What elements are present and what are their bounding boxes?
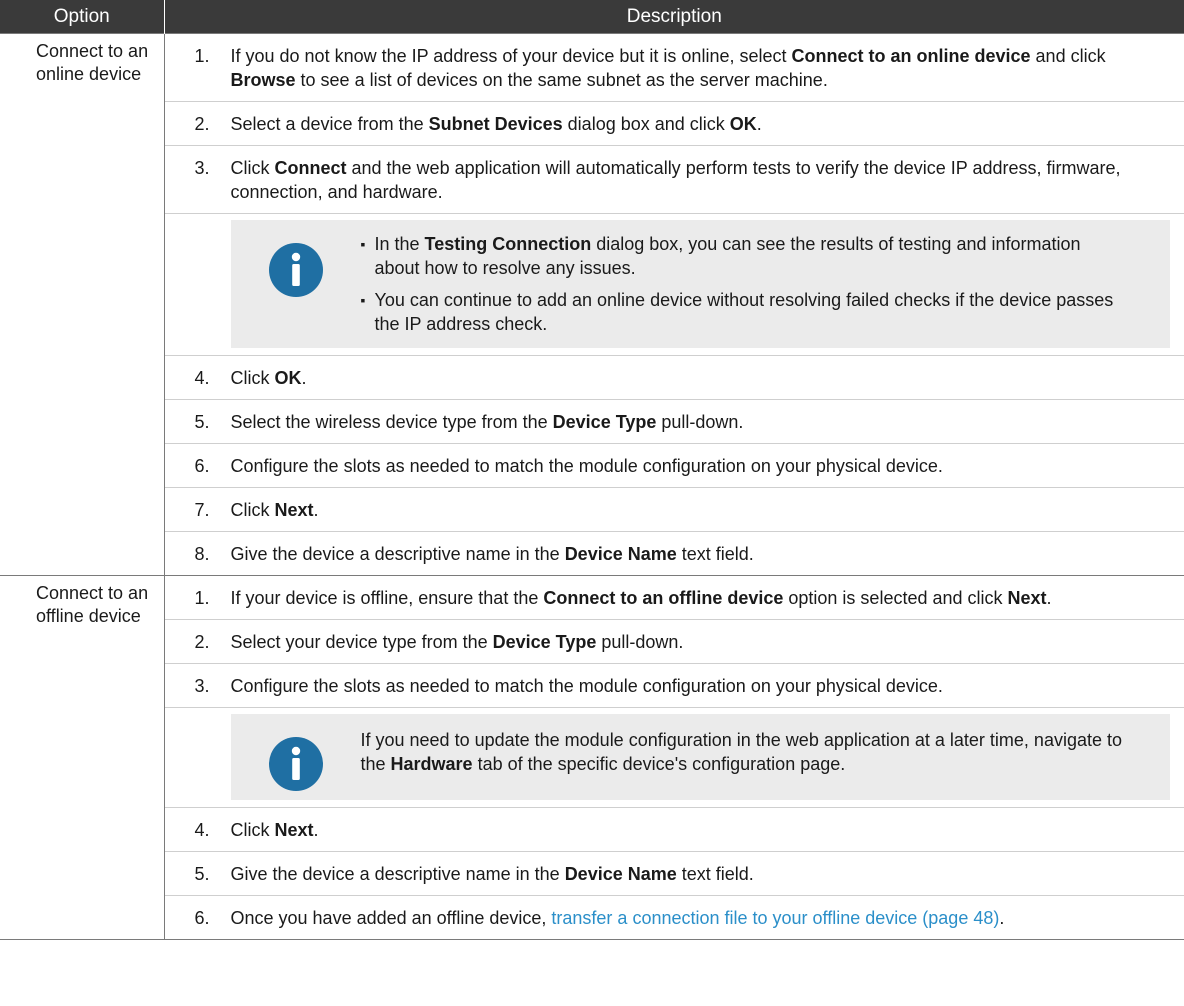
offline-step-3: 3. Configure the slots as needed to matc… (164, 664, 1184, 708)
step-text: Select your device type from the Device … (230, 632, 684, 652)
step-number: 1. (194, 46, 210, 66)
step-text: Click Next. (230, 500, 319, 520)
info-icon (231, 722, 361, 792)
offline-note: If you need to update the module configu… (164, 708, 1184, 808)
row-offline: Connect to an offline device 1. If your … (0, 575, 1184, 940)
step-text: Configure the slots as needed to match t… (230, 456, 943, 476)
step-number: 4. (194, 368, 210, 388)
online-note: ▪ In the Testing Connection dialog box, y… (164, 214, 1184, 356)
online-step-8: 8. Give the device a descriptive name in… (165, 532, 1184, 575)
online-step-4: 4. Click OK. (164, 356, 1184, 400)
step-number: 5. (194, 864, 210, 884)
header-row: Option Description (0, 0, 1184, 34)
step-text: Give the device a descriptive name in th… (230, 864, 754, 884)
note-text: If you need to update the module configu… (360, 730, 1123, 774)
note-bullet: ▪ You can continue to add an online devic… (360, 290, 1114, 334)
step-text: If your device is offline, ensure that t… (230, 588, 1052, 608)
step-number: 2. (194, 632, 210, 652)
step-text: Once you have added an offline device, t… (230, 908, 1005, 928)
step-text: Click Next. (230, 820, 319, 840)
offline-step-2: 2. Select your device type from the Devi… (164, 620, 1184, 664)
step-text: If you do not know the IP address of you… (230, 46, 1106, 90)
offline-step-6: 6. Once you have added an offline device… (165, 896, 1184, 939)
offline-step-4: 4. Click Next. (164, 808, 1184, 852)
step-number: 3. (194, 676, 210, 696)
online-step-2: 2. Select a device from the Subnet Devic… (164, 102, 1184, 146)
step-number: 6. (194, 456, 210, 476)
option-online: Connect to an online device (0, 33, 165, 576)
description-offline: 1. If your device is offline, ensure tha… (164, 576, 1184, 940)
online-step-1: 1. If you do not know the IP address of … (164, 34, 1184, 102)
step-number: 3. (194, 158, 210, 178)
options-table: Option Description Connect to an online … (0, 0, 1184, 940)
online-step-3: 3. Click Connect and the web application… (164, 146, 1184, 214)
online-step-5: 5. Select the wireless device type from … (164, 400, 1184, 444)
step-text: Configure the slots as needed to match t… (230, 676, 943, 696)
step-text: Select the wireless device type from the… (230, 412, 744, 432)
online-step-6: 6. Configure the slots as needed to matc… (164, 444, 1184, 488)
description-online: 1. If you do not know the IP address of … (164, 34, 1184, 576)
header-description: Description (164, 0, 1184, 34)
step-text: Click Connect and the web application wi… (230, 158, 1121, 202)
step-text: Click OK. (230, 368, 307, 388)
step-number: 2. (194, 114, 210, 134)
step-number: 1. (194, 588, 210, 608)
transfer-connection-file-link[interactable]: transfer a connection file to your offli… (551, 908, 999, 928)
info-icon (231, 228, 361, 340)
header-option: Option (0, 0, 165, 34)
note-bullet: ▪ In the Testing Connection dialog box, y… (360, 234, 1081, 278)
step-number: 8. (194, 544, 210, 564)
offline-step-5: 5. Give the device a descriptive name in… (164, 852, 1184, 896)
step-number: 4. (194, 820, 210, 840)
step-text: Give the device a descriptive name in th… (230, 544, 754, 564)
step-text: Select a device from the Subnet Devices … (230, 114, 762, 134)
step-number: 5. (194, 412, 210, 432)
step-number: 6. (194, 908, 210, 928)
step-number: 7. (194, 500, 210, 520)
option-offline: Connect to an offline device (0, 575, 165, 940)
online-step-7: 7. Click Next. (164, 488, 1184, 532)
row-online: Connect to an online device 1. If you do… (0, 33, 1184, 576)
offline-step-1: 1. If your device is offline, ensure tha… (164, 576, 1184, 620)
